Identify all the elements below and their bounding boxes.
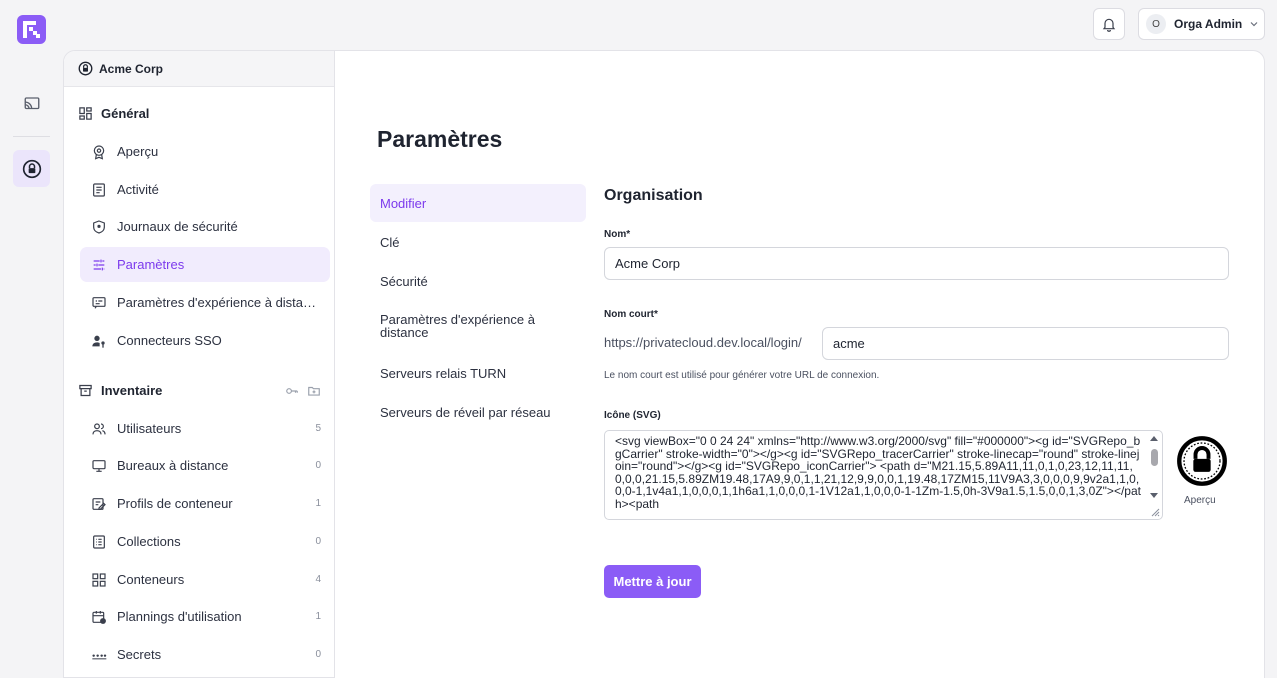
rail-organization-button[interactable] [13, 150, 50, 187]
sidebar-item-plannings[interactable]: Plannings d'utilisation 1 [80, 599, 330, 634]
sidebar-item-label: Bureaux à distance [117, 458, 229, 473]
sidebar-item-label: Activité [117, 182, 159, 197]
count-badge: 5 [315, 423, 321, 434]
short-name-help: Le nom court est utilisé pour générer vo… [604, 370, 880, 381]
section-inventory: Inventaire [78, 383, 321, 398]
app-logo[interactable] [17, 15, 46, 44]
section-inventory-title: Inventaire [101, 383, 163, 398]
icon-label: Icône (SVG) [604, 410, 661, 421]
icon-svg-textarea[interactable]: <svg viewBox="0 0 24 24" xmlns="http://w… [604, 430, 1163, 520]
archive-icon [79, 384, 92, 397]
sidebar-item-label: Collections [117, 534, 181, 549]
profile-icon [92, 497, 106, 510]
count-badge: 0 [315, 536, 321, 547]
count-badge: 4 [315, 574, 321, 585]
sidebar-item-label: Aperçu [117, 144, 159, 159]
sidebar-item-sso[interactable]: Connecteurs SSO [80, 323, 330, 358]
count-badge: 1 [315, 498, 321, 509]
textarea-scrollbar[interactable] [1148, 434, 1160, 504]
subnav-cle[interactable]: Clé [370, 223, 586, 261]
icon-svg-value: <svg viewBox="0 0 24 24" xmlns="http://w… [615, 434, 1141, 511]
subnav-experience[interactable]: Paramètres d'expérience à distance [370, 306, 586, 346]
subnav-wol[interactable]: Serveurs de réveil par réseau [370, 393, 586, 431]
section-general: Général [78, 106, 321, 121]
subnav-modifier[interactable]: Modifier [370, 184, 586, 222]
sidebar-item-label: Conteneurs [117, 572, 185, 587]
sidebar-item-bureaux[interactable]: Bureaux à distance 0 [80, 448, 330, 483]
users-icon [92, 422, 106, 434]
subnav-securite[interactable]: Sécurité [370, 262, 586, 300]
sidebar-item-parametres[interactable]: Paramètres [80, 247, 330, 282]
sidebar-item-label: Paramètres d'expérience à distance [117, 295, 322, 310]
sidebar-item-experience[interactable]: Paramètres d'expérience à distance [80, 285, 330, 320]
sidebar-item-label: Utilisateurs [117, 421, 182, 436]
sidebar-item-label: Paramètres [117, 257, 185, 272]
section-general-title: Général [101, 106, 150, 121]
dashboard-icon [79, 107, 92, 120]
message-icon [92, 296, 106, 309]
resize-handle-icon[interactable] [1150, 507, 1160, 517]
dots-icon [92, 653, 107, 659]
cast-icon [24, 96, 39, 109]
avatar: O [1146, 14, 1166, 34]
sidebar-item-label: Secrets [117, 647, 162, 662]
sidebar: Acme Corp Général Aperçu Activité Journa… [63, 50, 334, 678]
subnav-turn[interactable]: Serveurs relais TURN [370, 354, 586, 392]
rail-desktop-button[interactable] [13, 85, 50, 122]
org-lock-icon [1177, 436, 1227, 486]
calendar-icon [92, 610, 106, 624]
short-name-prefix: https://privatecloud.dev.local/login/ [604, 335, 802, 350]
grid-icon [92, 572, 106, 587]
name-input[interactable]: Acme Corp [604, 247, 1229, 280]
user-key-icon [92, 335, 105, 348]
org-lock-icon [78, 61, 93, 76]
document-icon [93, 182, 105, 197]
scroll-down-icon [1150, 493, 1158, 498]
rail-divider [13, 136, 50, 137]
sidebar-item-label: Journaux de sécurité [117, 219, 238, 234]
sidebar-item-activite[interactable]: Activité [80, 172, 330, 207]
sidebar-item-apercu[interactable]: Aperçu [80, 134, 330, 169]
preview-label: Aperçu [1184, 495, 1216, 506]
bell-icon [1102, 18, 1116, 32]
list-icon [93, 534, 105, 549]
main-content: Paramètres Modifier Clé Sécurité Paramèt… [334, 50, 1265, 678]
sliders-icon [93, 259, 105, 270]
monitor-icon [92, 459, 106, 472]
org-lock-icon [22, 159, 41, 178]
name-label: Nom* [604, 229, 631, 240]
sidebar-item-collections[interactable]: Collections 0 [80, 524, 330, 559]
scroll-up-icon [1150, 436, 1158, 441]
count-badge: 0 [315, 460, 321, 471]
count-badge: 0 [315, 649, 321, 660]
sidebar-item-journaux[interactable]: Journaux de sécurité [80, 209, 330, 244]
folder-plus-icon[interactable] [307, 384, 321, 398]
sidebar-item-label: Profils de conteneur [117, 496, 233, 511]
sidebar-item-secrets[interactable]: Secrets 0 [80, 637, 330, 672]
count-badge: 1 [315, 611, 321, 622]
sidebar-item-utilisateurs[interactable]: Utilisateurs 5 [80, 411, 330, 446]
badge-icon [93, 144, 105, 160]
user-name: Orga Admin [1174, 17, 1243, 31]
form-section-title: Organisation [604, 187, 703, 204]
page-title: Paramètres [377, 126, 503, 152]
short-name-input[interactable]: acme [822, 327, 1229, 360]
scroll-thumb[interactable] [1151, 449, 1158, 466]
org-name: Acme Corp [99, 61, 164, 76]
sidebar-item-label: Plannings d'utilisation [117, 609, 242, 624]
update-button[interactable]: Mettre à jour [604, 565, 701, 598]
sidebar-item-label: Connecteurs SSO [117, 333, 222, 348]
org-header[interactable]: Acme Corp [64, 51, 334, 87]
shield-icon [93, 219, 105, 234]
sidebar-item-profils[interactable]: Profils de conteneur 1 [80, 486, 330, 521]
chevron-down-icon [1250, 22, 1258, 27]
notifications-button[interactable] [1093, 8, 1125, 40]
logo-mark-icon [23, 21, 40, 38]
sidebar-item-conteneurs[interactable]: Conteneurs 4 [80, 562, 330, 597]
short-name-label: Nom court* [604, 309, 658, 320]
key-icon[interactable] [285, 384, 299, 398]
app-rail [0, 0, 63, 678]
user-menu-button[interactable]: O Orga Admin [1138, 8, 1265, 40]
